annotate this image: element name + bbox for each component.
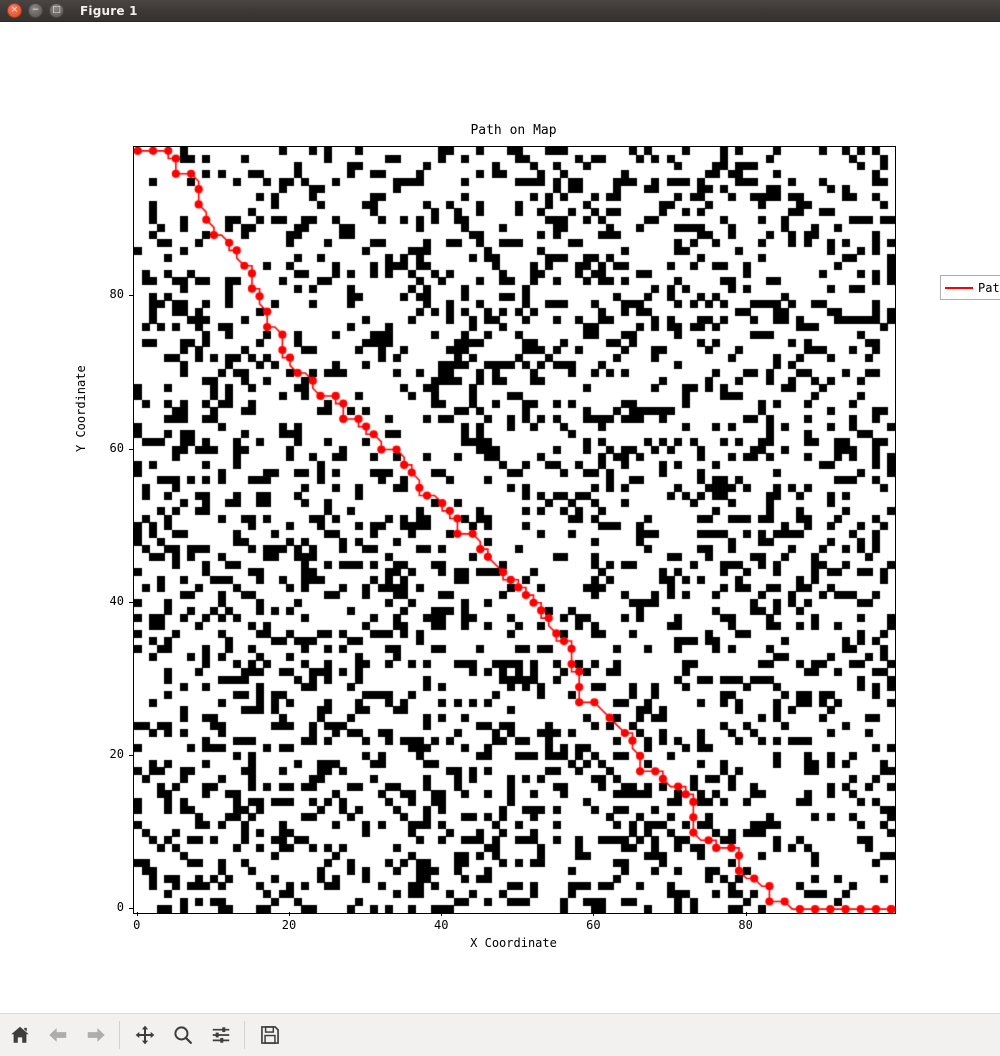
forward-button[interactable]: [78, 1017, 114, 1053]
save-button[interactable]: [252, 1017, 288, 1053]
arrow-left-icon: [49, 1028, 67, 1042]
legend-label-path: Path: [978, 280, 1000, 295]
x-tick-label: 0: [133, 918, 141, 932]
y-tick-mark: [129, 601, 133, 603]
x-tick-label: 20: [281, 918, 297, 932]
floppy-disk-icon: [261, 1026, 279, 1044]
configure-subplots-button[interactable]: [203, 1017, 239, 1053]
zoom-button[interactable]: [165, 1017, 201, 1053]
x-tick-mark: [136, 912, 138, 916]
toolbar-separator: [119, 1021, 120, 1049]
x-tick-label: 40: [433, 918, 449, 932]
plot-title: Path on Map: [470, 123, 557, 138]
close-icon: ×: [10, 5, 19, 15]
move-icon: [135, 1025, 155, 1045]
y-axis-label: Y Coordinate: [74, 365, 88, 452]
y-tick-mark: [129, 754, 133, 756]
y-tick-label: 0: [116, 900, 124, 915]
x-tick-mark: [745, 912, 747, 916]
x-tick-label: 60: [586, 918, 601, 932]
sliders-icon: [212, 1027, 230, 1043]
y-tick-mark: [129, 448, 133, 450]
x-tick-mark: [289, 912, 290, 916]
x-axis-label: X Coordinate: [470, 936, 557, 950]
window-maximize-button[interactable]: □: [49, 3, 64, 18]
legend-line-sample: [945, 286, 973, 289]
arrow-right-icon: [87, 1028, 105, 1042]
home-button[interactable]: [2, 1017, 38, 1053]
y-tick-label: 60: [109, 440, 124, 455]
toolbar-separator: [244, 1021, 245, 1049]
figure-window: × − □ Figure 1 Path on Map Path 0 20 40 60 8…: [0, 0, 1000, 1056]
window-minimize-button[interactable]: −: [28, 3, 43, 18]
y-tick-label: 20: [109, 746, 124, 761]
legend: Path: [940, 275, 1000, 300]
pan-button[interactable]: [127, 1017, 163, 1053]
window-title: Figure 1: [80, 3, 138, 18]
x-tick-label: 80: [738, 918, 753, 932]
figure-canvas[interactable]: Path on Map Path 0 20 40 60 80 0 20 40 60 80 X Co…: [0, 22, 1000, 1013]
x-tick-mark: [441, 912, 443, 916]
home-icon: [11, 1026, 29, 1043]
minimize-icon: −: [31, 5, 40, 15]
window-close-button[interactable]: ×: [7, 3, 22, 18]
maximize-icon: □: [52, 5, 61, 15]
x-tick-mark: [593, 912, 595, 916]
y-tick-label: 80: [109, 287, 124, 302]
y-tick-label: 40: [109, 593, 124, 608]
occupancy-map: [134, 147, 895, 913]
matplotlib-toolbar: x=94.6 y=26.6 [-1] CSDN @Panshell: [0, 1013, 1000, 1056]
y-tick-mark: [129, 908, 133, 910]
window-titlebar: × − □ Figure 1: [0, 0, 1000, 22]
plot-axes[interactable]: Path: [133, 146, 1000, 914]
magnifier-icon: [174, 1026, 192, 1044]
y-tick-mark: [129, 295, 133, 297]
back-button[interactable]: [40, 1017, 76, 1053]
